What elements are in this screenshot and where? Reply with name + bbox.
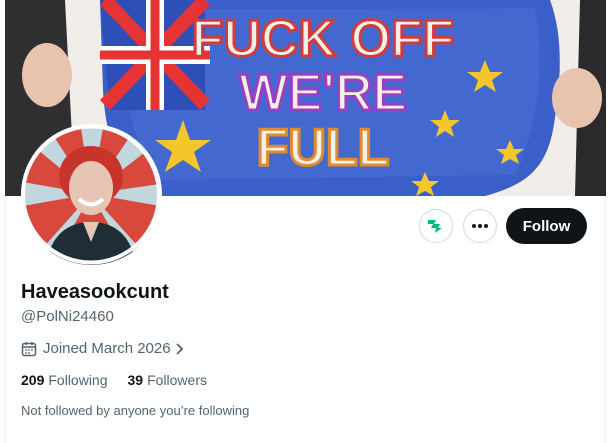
follow-button[interactable]: Follow: [506, 208, 587, 244]
calendar-icon: [21, 341, 37, 357]
banner-sign-line-3: FULL: [257, 119, 390, 177]
user-handle: @PolNi24460: [21, 308, 114, 325]
banner-sign-line-1: FUCK OFF: [192, 10, 455, 68]
joined-date-link[interactable]: Joined March 2026: [21, 340, 186, 357]
followers-label: Followers: [147, 372, 207, 388]
column-border-left: [5, 196, 6, 443]
following-link[interactable]: 209 Following: [21, 372, 108, 388]
followed-by-note: Not followed by anyone you’re following: [21, 403, 250, 418]
avatar-image: [21, 124, 161, 265]
following-label: Following: [48, 372, 108, 388]
banner-sign-line-2: WE'RE: [239, 64, 407, 122]
superfollow-icon: [428, 220, 442, 233]
subscribe-button[interactable]: [419, 209, 453, 243]
follow-stats: 209 Following 39 Followers: [21, 372, 227, 388]
chevron-right-icon: [174, 342, 186, 356]
display-name: Haveasookcunt: [21, 281, 169, 303]
followers-count: 39: [127, 372, 144, 388]
joined-date: Joined March 2026: [43, 340, 171, 357]
more-options-button[interactable]: [463, 209, 497, 243]
column-border-right: [605, 196, 606, 443]
more-dots-icon: [472, 224, 488, 228]
following-count: 209: [21, 372, 45, 388]
followers-link[interactable]: 39 Followers: [128, 372, 207, 388]
avatar[interactable]: [21, 124, 162, 265]
